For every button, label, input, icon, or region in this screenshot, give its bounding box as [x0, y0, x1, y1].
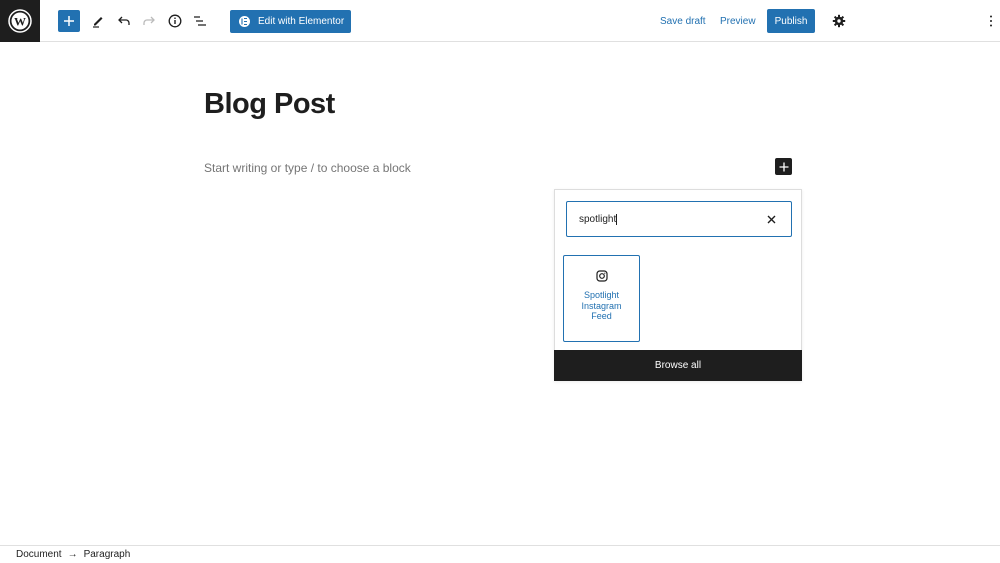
svg-text:W: W	[14, 15, 26, 29]
inline-add-block-button[interactable]	[775, 158, 792, 175]
add-block-button[interactable]	[58, 10, 80, 32]
block-breadcrumb: Document → Paragraph	[0, 545, 1000, 563]
tools-button[interactable]	[87, 10, 109, 32]
clear-search-button[interactable]	[763, 211, 779, 227]
close-icon	[767, 215, 775, 223]
instagram-icon	[595, 270, 608, 282]
browse-all-button[interactable]: Browse all	[554, 350, 802, 381]
breadcrumb-document[interactable]: Document	[16, 549, 62, 560]
pencil-icon	[93, 17, 103, 28]
undo-icon	[118, 16, 130, 25]
plus-icon	[779, 162, 788, 171]
block-result-label: Spotlight Instagram Feed	[581, 290, 622, 321]
elementor-icon	[239, 16, 250, 27]
block-inserter-popover: spotlight Spotlight Instagram Feed Brows…	[554, 189, 802, 381]
redo-button[interactable]	[138, 10, 160, 32]
breadcrumb-paragraph[interactable]: Paragraph	[84, 549, 131, 560]
post-title[interactable]: Blog Post	[204, 88, 335, 121]
editor-toolbar: W Edit with Elementor Save draft Preview…	[0, 0, 1000, 42]
list-view-button[interactable]	[189, 10, 211, 32]
options-button[interactable]	[980, 10, 1000, 32]
info-icon	[168, 14, 182, 28]
settings-button[interactable]	[828, 10, 850, 32]
block-search-input[interactable]: spotlight	[566, 201, 792, 237]
preview-button[interactable]: Preview	[720, 10, 756, 32]
details-button[interactable]	[164, 10, 186, 32]
list-view-icon	[194, 16, 206, 26]
edit-with-elementor-button[interactable]: Edit with Elementor	[230, 10, 351, 33]
more-vertical-icon	[990, 15, 992, 27]
wordpress-logo-button[interactable]: W	[0, 0, 40, 42]
text-caret	[616, 213, 618, 225]
arrow-right-icon: →	[67, 549, 78, 560]
search-value: spotlight	[579, 213, 617, 225]
plus-icon	[64, 16, 74, 26]
save-draft-button[interactable]: Save draft	[660, 10, 706, 32]
wordpress-icon: W	[8, 9, 32, 33]
publish-button[interactable]: Publish	[767, 9, 815, 33]
paragraph-placeholder[interactable]: Start writing or type / to choose a bloc…	[204, 161, 411, 175]
elementor-label: Edit with Elementor	[258, 16, 345, 27]
block-result-spotlight-instagram-feed[interactable]: Spotlight Instagram Feed	[563, 255, 640, 342]
undo-button[interactable]	[113, 10, 135, 32]
redo-icon	[143, 16, 155, 25]
gear-icon	[832, 14, 846, 28]
